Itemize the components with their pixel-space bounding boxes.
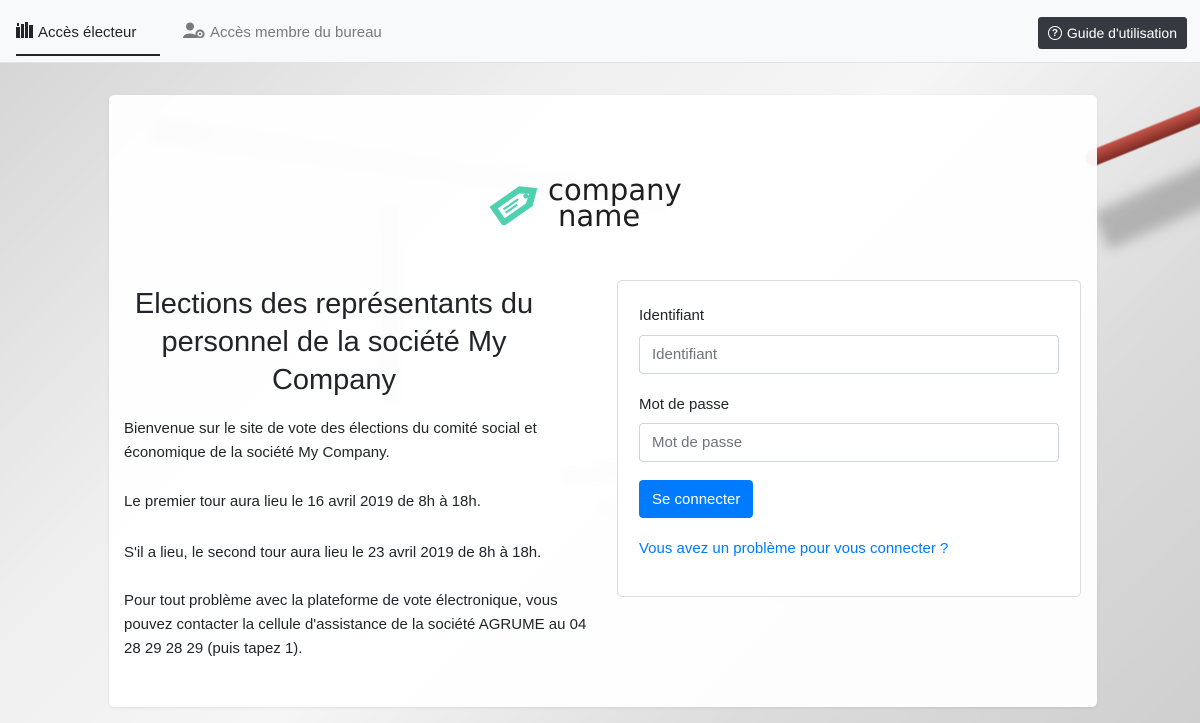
support-text: Pour tout problème avec la plateforme de… <box>124 592 587 657</box>
welcome-text: Bienvenue sur le site de vote des électi… <box>124 420 537 461</box>
login-form: Identifiant Mot de passe Se connecter Vo… <box>617 280 1081 597</box>
active-tab-indicator <box>16 54 160 56</box>
login-button[interactable]: Se connecter <box>639 480 754 518</box>
ballot-box-icon <box>16 22 33 42</box>
password-input[interactable] <box>639 423 1059 462</box>
login-help-link[interactable]: Vous avez un problème pour vous connecte… <box>639 540 948 557</box>
question-circle-icon: ? <box>1047 26 1062 40</box>
tab-member-access[interactable]: Accès membre du bureau <box>183 22 382 42</box>
user-guide-button[interactable]: ? Guide d'utilisation <box>1037 17 1187 49</box>
password-label: Mot de passe <box>639 396 730 413</box>
identifier-label: Identifiant <box>639 307 705 324</box>
tag-icon <box>484 175 548 230</box>
second-round-text: S'il a lieu, le second tour aura lieu le… <box>124 544 542 561</box>
top-navbar: Accès électeur Accès membre du bureau ? … <box>0 0 1200 63</box>
tab-member-label: Accès membre du bureau <box>210 23 382 41</box>
pen-image <box>1082 93 1200 169</box>
company-logo: company name <box>484 175 682 230</box>
page-title: Elections des représentants du personnel… <box>134 288 534 396</box>
tab-voter-access[interactable]: Accès électeur <box>16 22 136 42</box>
tab-voter-label: Accès électeur <box>38 23 137 41</box>
identifier-input[interactable] <box>639 335 1059 374</box>
user-guide-label: Guide d'utilisation <box>1066 25 1177 41</box>
user-gear-icon <box>183 22 205 42</box>
first-round-text: Le premier tour aura lieu le 16 avril 20… <box>124 493 481 510</box>
main-card: company name Elections des représentants… <box>109 95 1097 707</box>
